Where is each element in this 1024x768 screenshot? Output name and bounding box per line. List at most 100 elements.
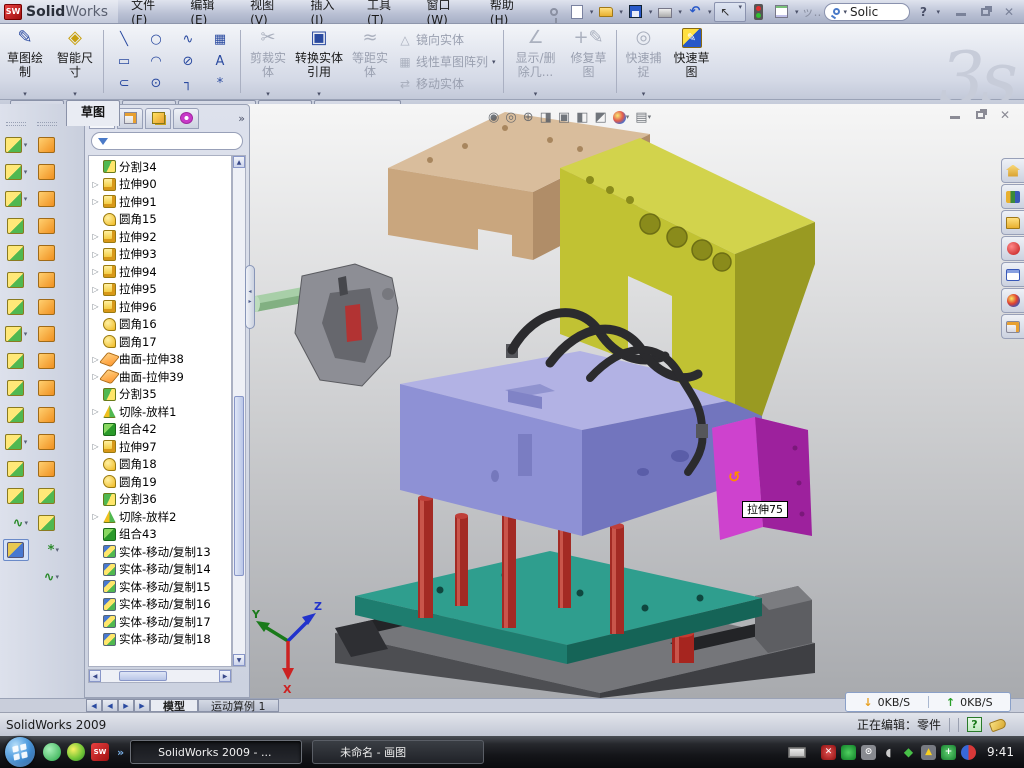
property-manager-tab[interactable] [117,108,143,129]
expander-icon[interactable] [91,512,100,521]
sketch-tool-icon[interactable]: ▦ [205,28,235,50]
taskpane-view-palette-tab[interactable] [1001,262,1024,287]
annotation-icon[interactable]: ッ.. [801,3,821,21]
headsup-icon[interactable]: ▣ [558,110,570,125]
expander-icon[interactable] [91,285,100,294]
expander-icon[interactable] [91,180,100,189]
sketch-tool-icon[interactable]: ○ [141,28,171,50]
expander-icon[interactable] [91,250,100,259]
input-method-icon[interactable] [788,747,806,758]
surfaces-tool-icon[interactable] [34,485,60,507]
headsup-icon[interactable]: ◩ [594,110,606,125]
display-delete-relations-button[interactable]: ∠ 显示/删除几... ▾ [507,24,565,99]
sketch-tool-icon[interactable]: ┐ [173,73,203,95]
headsup-icon[interactable]: ⊕ [523,110,534,125]
surfaces-tool-icon[interactable]: ∿ [34,566,60,588]
sketch-tool-icon[interactable]: ⊂ [109,73,139,95]
features-tool-icon[interactable] [3,323,29,345]
sketch-tool-icon[interactable]: * [205,73,235,95]
tree-item[interactable]: 曲面-拉伸38 [89,351,231,369]
restore-icon[interactable] [978,5,992,19]
security-shield-icon[interactable] [841,745,856,760]
surfaces-tool-icon[interactable] [34,431,60,453]
surfaces-tool-icon[interactable] [34,458,60,480]
tree-item[interactable]: 拉伸94 [89,263,231,281]
features-tool-icon[interactable] [3,296,29,318]
expander-icon[interactable] [91,232,100,241]
taskbar-window-button[interactable]: 未命名 - 画图 [312,740,484,764]
slide-insert[interactable] [252,264,398,386]
tree-item[interactable]: 拉伸91 [89,193,231,211]
tree-item[interactable]: 实体-移动/复制17 [89,613,231,631]
document-tab[interactable]: 模型 [150,699,198,712]
features-tool-icon[interactable] [3,377,29,399]
menu-item[interactable]: 插入(I) [297,0,353,27]
taskpane-properties-tab[interactable] [1001,314,1024,339]
surfaces-tool-icon[interactable] [34,215,60,237]
tree-item[interactable]: 分割35 [89,386,231,404]
tree-item[interactable]: 圆角15 [89,211,231,229]
tree-item[interactable]: 圆角17 [89,333,231,351]
sheet-nav-icon[interactable]: ◀ [102,699,118,712]
surfaces-tool-icon[interactable] [34,296,60,318]
tree-item[interactable]: 拉伸97 [89,438,231,456]
scrollbar-thumb[interactable] [119,671,167,681]
doc-minimize-icon[interactable] [948,108,962,122]
surfaces-tool-icon[interactable] [34,161,60,183]
ribbon-tab[interactable]: 草图 [66,100,120,126]
mirror-entities-button[interactable]: △镜向实体 [398,31,496,48]
selected-extrude-body[interactable]: ↺ [712,417,812,540]
scroll-down-icon[interactable]: ▼ [233,654,245,666]
options-list-icon[interactable] [772,3,792,21]
minimize-icon[interactable] [954,5,968,19]
quick-tips-icon[interactable]: ? [967,717,982,732]
tree-item[interactable]: 拉伸95 [89,281,231,299]
taskpane-home-tab[interactable] [1001,158,1024,183]
sheet-nav-icon[interactable]: ▶ [118,699,134,712]
volume-icon[interactable]: ◖ [881,745,896,760]
tree-item[interactable]: 实体-移动/复制16 [89,596,231,614]
surfaces-tool-icon[interactable] [34,269,60,291]
tree-item[interactable]: 曲面-拉伸39 [89,368,231,386]
sync-icon[interactable] [961,745,976,760]
expander-icon[interactable] [91,442,100,451]
undo-icon[interactable]: ↶ [685,3,705,21]
sketch-tool-icon[interactable]: ▭ [109,50,139,72]
tree-horizontal-scrollbar[interactable]: ◀ ▶ [88,669,232,683]
surfaces-tool-icon[interactable] [34,377,60,399]
headsup-icon[interactable]: ◨ [540,110,552,125]
sketch-tool-icon[interactable]: ⊙ [141,73,171,95]
headsup-icon[interactable]: ◎ [505,110,516,125]
messenger-icon[interactable] [43,743,61,761]
tray-utility-icon[interactable]: ⊙ [861,745,876,760]
search-input[interactable]: Solic [850,5,878,19]
tree-item[interactable]: 拉伸93 [89,246,231,264]
tree-item[interactable]: 圆角18 [89,456,231,474]
more-tabs-chevron-icon[interactable]: » [238,112,245,125]
features-tool-icon[interactable] [3,134,29,156]
rapid-sketch-button[interactable]: ✎ 快速草图 [668,24,716,99]
health-icon[interactable]: + [941,745,956,760]
offset-entities-button[interactable]: ≈ 等距实体 [346,24,394,99]
sheet-nav-icon[interactable]: ▶ [134,699,150,712]
headsup-icon[interactable]: ◧ [576,110,588,125]
features-tool-icon[interactable]: ∿ [3,512,29,534]
menu-item[interactable]: 视图(V) [237,0,297,27]
tree-item[interactable]: 切除-放样1 [89,403,231,421]
configuration-manager-tab[interactable] [145,108,171,129]
interference-icon[interactable] [749,3,769,21]
surfaces-tool-icon[interactable] [34,404,60,426]
features-tool-icon[interactable] [3,161,29,183]
features-tool-icon[interactable] [3,269,29,291]
tree-item[interactable]: 实体-移动/复制15 [89,578,231,596]
quick-launch-icon[interactable] [67,743,85,761]
model-3d-view[interactable]: ↺ Y Z X [250,104,1024,698]
tree-item[interactable]: 切除-放样2 [89,508,231,526]
expander-icon[interactable] [91,302,100,311]
sheet-nav-icon[interactable]: ◀ [86,699,102,712]
scroll-up-icon[interactable]: ▲ [233,156,245,168]
tree-item[interactable]: 拉伸90 [89,176,231,194]
surfaces-tool-icon[interactable] [34,323,60,345]
search-box[interactable]: ▾ Solic [824,3,910,21]
toolbar-grip[interactable] [6,122,26,126]
